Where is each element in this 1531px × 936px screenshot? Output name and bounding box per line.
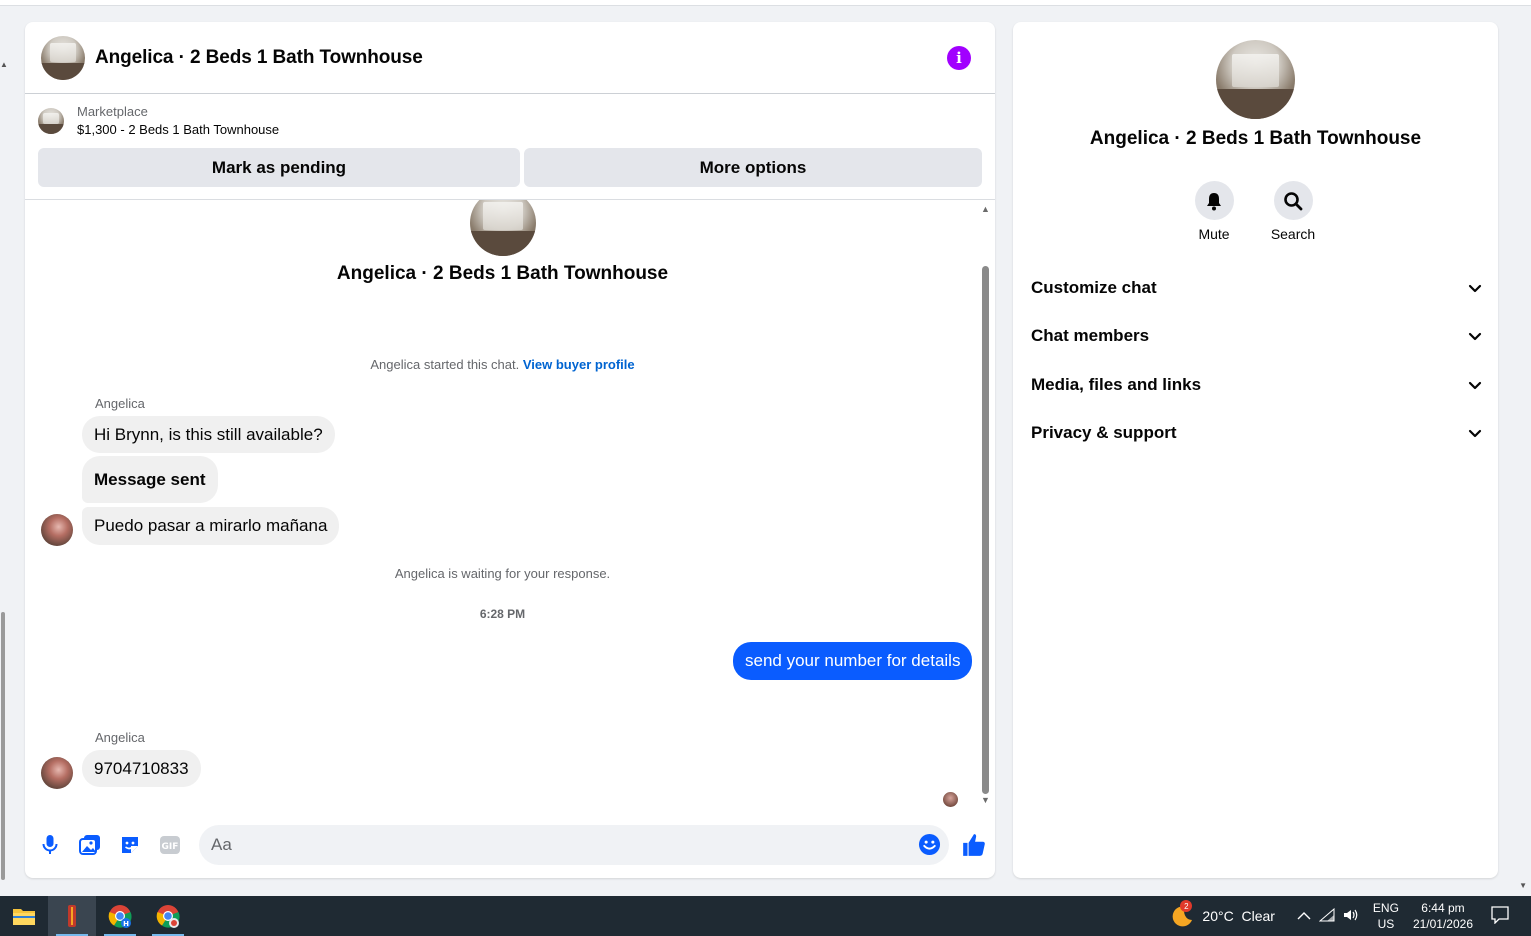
chat-header: Angelica · 2 Beds 1 Bath Townhouse i: [25, 22, 995, 94]
pinned-app-icon[interactable]: [48, 896, 96, 936]
language-code: ENG: [1372, 900, 1399, 915]
message-thread[interactable]: Angelica · 2 Beds 1 Bath Townhouse Angel…: [25, 199, 995, 810]
message-timestamp: 6:28 PM: [479, 607, 526, 621]
weather-moon-icon: 2: [1170, 900, 1194, 928]
customize-chat-section[interactable]: Customize chat: [1031, 273, 1483, 303]
language-indicator[interactable]: ENG US: [1373, 900, 1399, 932]
scroll-up-icon[interactable]: ▲: [0, 60, 8, 69]
message-bubble[interactable]: Message sent: [82, 456, 218, 503]
more-options-button[interactable]: More options: [524, 148, 982, 187]
top-bar: [0, 0, 1531, 6]
scroll-down-icon[interactable]: ▼: [1519, 881, 1527, 890]
sender-avatar[interactable]: [41, 514, 73, 546]
clock-date: 21/01/2026: [1412, 917, 1473, 931]
section-label: Chat members: [1031, 326, 1150, 345]
region-code: US: [1377, 917, 1395, 931]
bell-icon[interactable]: [1194, 181, 1234, 220]
sender-name: Angelica: [95, 396, 145, 411]
network-icon[interactable]: [1318, 907, 1335, 925]
profile-avatar[interactable]: [1216, 40, 1295, 119]
thread-avatar: [470, 200, 536, 256]
conversation-title[interactable]: Angelica · 2 Beds 1 Bath Townhouse: [95, 47, 947, 69]
chat-panel: Angelica · 2 Beds 1 Bath Townhouse i Mar…: [25, 22, 995, 878]
waiting-notice: Angelica is waiting for your response.: [394, 566, 611, 581]
message-input-placeholder: Aa: [211, 835, 232, 854]
message-composer: GIF Aa: [25, 822, 995, 868]
chat-started-text: Angelica started this chat.: [370, 357, 520, 372]
scroll-down-icon[interactable]: ▼: [981, 795, 990, 805]
svg-text:GIF: GIF: [162, 842, 179, 852]
scroll-up-icon[interactable]: ▲: [981, 204, 990, 214]
chrome-icon[interactable]: [144, 896, 192, 936]
mark-as-pending-button[interactable]: Mark as pending: [38, 148, 520, 187]
taskbar: H 2 20°C Clear ENG US 6:44 pm 21/01/2026: [0, 896, 1531, 936]
scrollbar-thumb[interactable]: [982, 266, 989, 794]
scrollbar-thumb[interactable]: [1, 612, 5, 880]
chevron-up-icon[interactable]: [1297, 909, 1311, 924]
file-explorer-icon[interactable]: [0, 896, 48, 936]
privacy-support-section[interactable]: Privacy & support: [1031, 418, 1483, 448]
listing-thumbnail: [38, 108, 64, 134]
conversation-avatar[interactable]: [41, 35, 85, 80]
left-scrollbar[interactable]: ▲: [0, 56, 8, 886]
profile-title: Angelica · 2 Beds 1 Bath Townhouse: [1089, 128, 1422, 149]
tray-icons: [1297, 907, 1359, 925]
chevron-down-icon: [1468, 332, 1482, 341]
section-label: Customize chat: [1031, 278, 1157, 297]
view-buyer-profile-link[interactable]: View buyer profile: [523, 357, 635, 372]
chat-members-section[interactable]: Chat members: [1031, 321, 1483, 351]
outgoing-message-bubble[interactable]: send your number for details: [733, 642, 973, 680]
conversation-info-panel: Angelica · 2 Beds 1 Bath Townhouse Mute …: [1013, 22, 1498, 878]
weather-text: 20°C Clear: [1202, 908, 1275, 924]
info-icon[interactable]: i: [947, 45, 971, 70]
marketplace-listing[interactable]: Marketplace $1,300 - 2 Beds 1 Bath Townh…: [25, 94, 995, 148]
thread-scrollbar[interactable]: ▲ ▼: [979, 200, 991, 810]
chevron-down-icon: [1468, 429, 1482, 438]
microphone-icon[interactable]: [39, 834, 61, 856]
message-bubble[interactable]: Puedo pasar a mirarlo mañana: [82, 507, 340, 545]
clock-time: 6:44 pm: [1421, 900, 1465, 915]
media-files-links-section[interactable]: Media, files and links: [1031, 370, 1483, 400]
volume-icon[interactable]: [1343, 908, 1359, 925]
system-tray: 2 20°C Clear ENG US 6:44 pm 21/01/2026: [1170, 896, 1531, 936]
message-input[interactable]: Aa: [199, 825, 949, 865]
marketplace-label: Marketplace: [77, 103, 148, 119]
message-bubble[interactable]: 9704710833: [82, 750, 201, 787]
listing-actions: Mark as pending More options: [25, 148, 995, 188]
search-button[interactable]: Search: [1263, 181, 1323, 242]
chrome-profile-h-icon[interactable]: H: [96, 896, 144, 936]
search-icon[interactable]: [1273, 181, 1313, 220]
chat-started-notice: Angelica started this chat. View buyer p…: [25, 357, 980, 372]
sender-avatar[interactable]: [41, 757, 73, 789]
photo-icon[interactable]: [79, 834, 101, 856]
message-bubble[interactable]: Hi Brynn, is this still available?: [82, 416, 335, 453]
weather-widget[interactable]: 2 20°C Clear: [1170, 900, 1275, 928]
section-label: Privacy & support: [1031, 423, 1177, 442]
emoji-icon[interactable]: [918, 833, 941, 856]
sender-name: Angelica: [95, 730, 145, 745]
seen-indicator-avatar: [943, 792, 958, 807]
chevron-down-icon: [1468, 381, 1482, 390]
chevron-down-icon: [1468, 284, 1482, 293]
clock[interactable]: 6:44 pm 21/01/2026: [1413, 900, 1473, 932]
svg-text:H: H: [123, 920, 129, 928]
gif-icon[interactable]: GIF: [159, 834, 181, 856]
sticker-icon[interactable]: [119, 834, 141, 856]
notification-icon[interactable]: [1491, 905, 1509, 927]
thumbs-up-icon[interactable]: [961, 832, 987, 858]
thread-title: Angelica · 2 Beds 1 Bath Townhouse: [336, 263, 669, 284]
mute-button[interactable]: Mute: [1184, 181, 1244, 242]
section-label: Media, files and links: [1031, 375, 1202, 394]
search-label: Search: [1270, 226, 1316, 242]
mute-label: Mute: [1198, 226, 1230, 242]
listing-price-title: $1,300 - 2 Beds 1 Bath Townhouse: [77, 122, 280, 137]
